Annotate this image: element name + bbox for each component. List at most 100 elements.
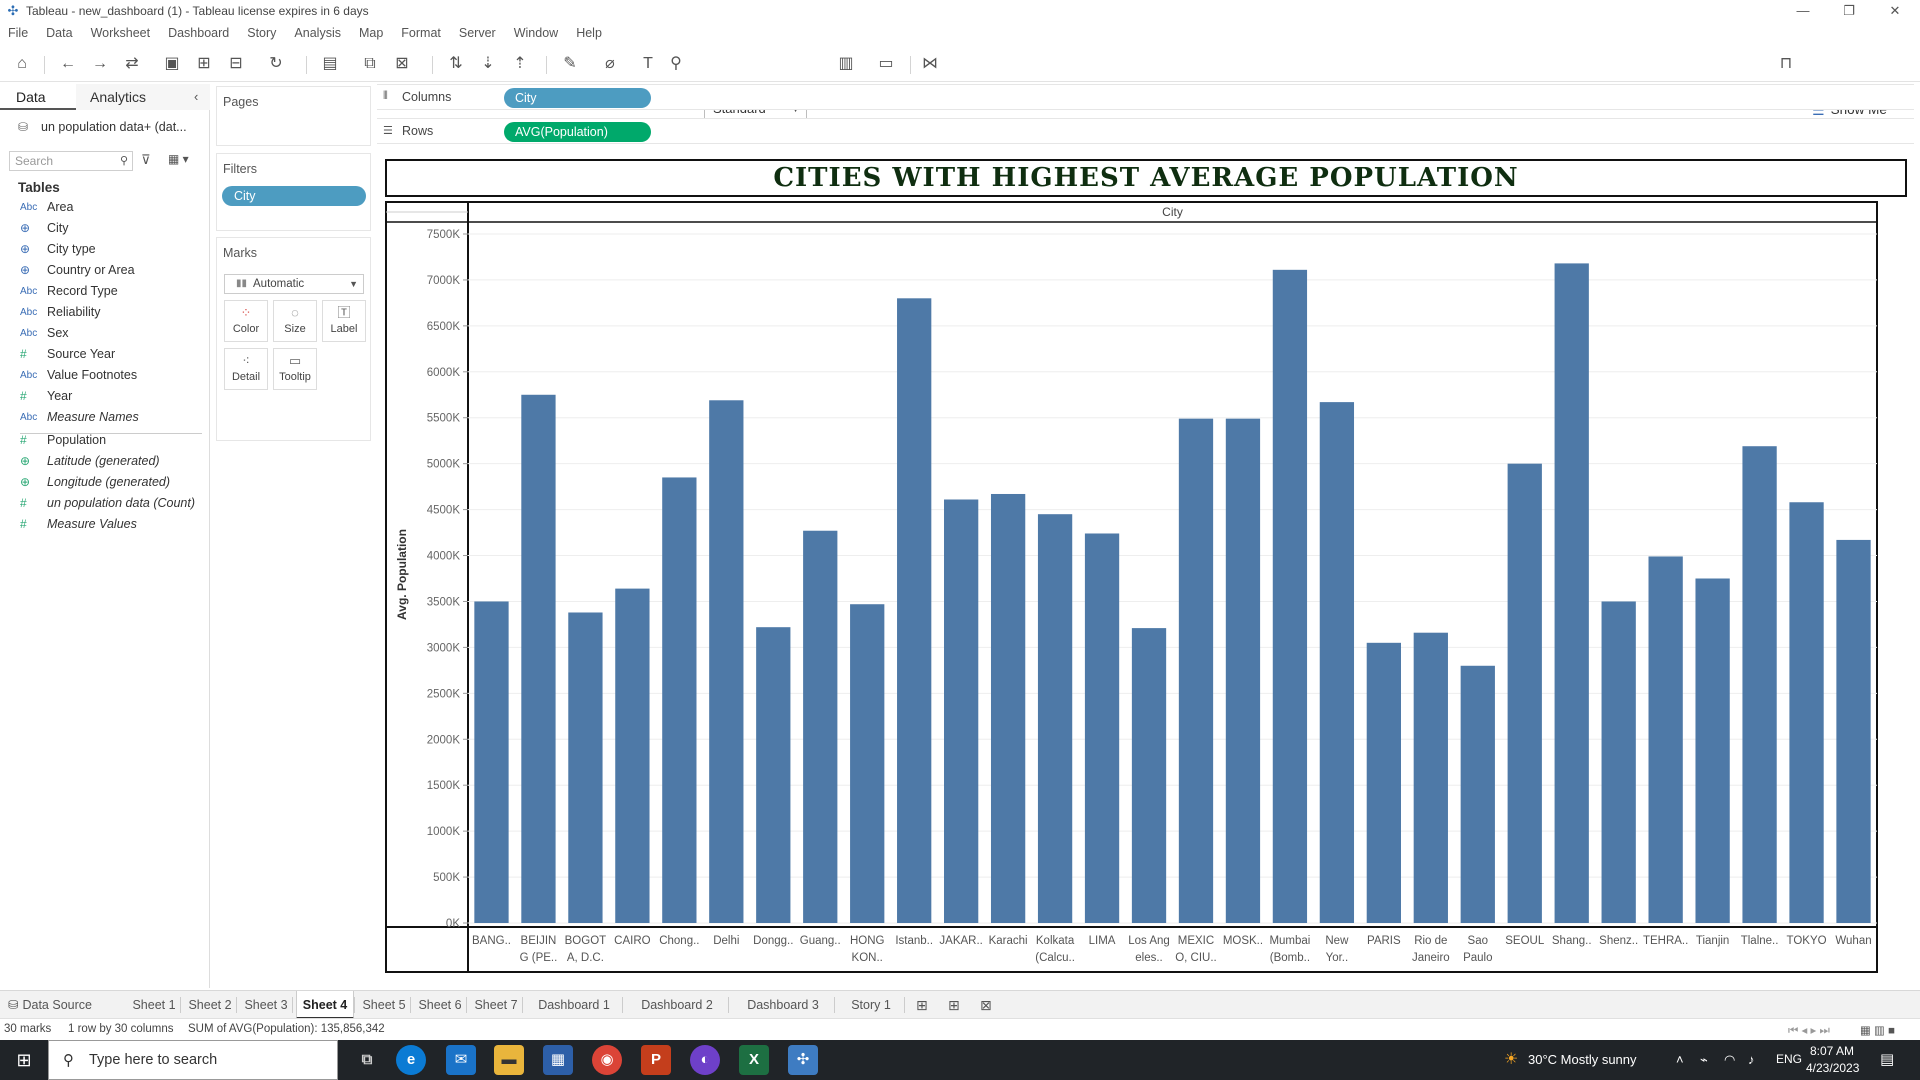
tab-sheet-2[interactable]: Sheet 2 [184,991,236,1019]
mail-icon[interactable]: ✉ [446,1045,476,1075]
field-record-type[interactable]: Abc Record Type [0,281,205,302]
tab-data-source[interactable]: ⛁ Data Source [8,991,92,1019]
tab-dashboard-3[interactable]: Dashboard 3 [732,991,834,1019]
github-icon[interactable]: ◐ [690,1045,720,1075]
view-options-icon[interactable]: ▦ ▾ [168,152,189,166]
bar-28[interactable] [1789,502,1824,923]
tab-dashboard-1[interactable]: Dashboard 1 [526,991,622,1019]
share-icon[interactable]: ⋈ [918,52,942,76]
network-icon[interactable]: ⌁ [1700,1052,1708,1068]
bar-22[interactable] [1507,463,1542,923]
redo-icon[interactable]: → [88,52,112,76]
labels-icon[interactable]: T [636,52,660,76]
fix-axes-icon[interactable]: ⚲ [664,52,688,76]
field-city-type[interactable]: ⊕ City type [0,239,205,260]
tab-sheet-3[interactable]: Sheet 3 [240,991,292,1019]
field-measure-names[interactable]: Abc Measure Names [0,407,205,428]
bar-19[interactable] [1366,642,1401,923]
field-longitude-generated-[interactable]: ⊕ Longitude (generated) [0,472,205,493]
bar-21[interactable] [1460,665,1495,923]
highlight-icon[interactable]: ✎ [558,52,582,76]
field-country-or-area[interactable]: ⊕ Country or Area [0,260,205,281]
field-un-population-data-count-[interactable]: # un population data (Count) [0,493,205,514]
bar-7[interactable] [803,530,838,923]
menu-worksheet[interactable]: Worksheet [91,26,151,40]
datasource-item[interactable]: ⛁ un population data+ (dat... [0,114,210,140]
bar-20[interactable] [1413,632,1448,923]
tableau-icon[interactable]: ✣ [788,1045,818,1075]
close-icon[interactable]: ✕ [1872,0,1918,22]
tab-data[interactable]: Data [0,84,76,110]
bar-13[interactable] [1084,533,1120,923]
bar-10[interactable] [944,499,979,923]
bar-12[interactable] [1037,514,1073,923]
wifi-icon[interactable]: ◠ [1724,1052,1735,1068]
minimize-icon[interactable]: — [1780,0,1826,22]
tray-chevron-icon[interactable]: ˄ [1676,1052,1684,1067]
bar-18[interactable] [1319,402,1355,924]
menu-format[interactable]: Format [401,26,441,40]
new-worksheet-icon[interactable]: ▤ [318,52,342,76]
new-datasource-icon[interactable]: ⊞ [192,52,216,76]
menu-help[interactable]: Help [576,26,602,40]
bar-27[interactable] [1742,446,1777,923]
format-painter-icon[interactable]: ⊓ [1774,52,1798,76]
bar-11[interactable] [990,493,1026,923]
bar-24[interactable] [1601,601,1636,923]
new-story-icon[interactable]: ⊠ [980,991,992,1019]
menu-data[interactable]: Data [46,26,72,40]
bar-3[interactable] [615,588,650,923]
task-view-icon[interactable]: ⧉ [352,1045,382,1075]
bar-17[interactable] [1272,269,1308,923]
pages-card[interactable]: Pages [216,86,371,146]
new-worksheet-icon[interactable]: ⊞ [916,991,928,1019]
tab-analytics[interactable]: Analytics [76,84,210,110]
undo-icon[interactable]: ← [56,52,80,76]
bar-2[interactable] [568,612,603,923]
home-icon[interactable]: ⌂ [10,52,34,76]
store-icon[interactable]: ▦ [543,1045,573,1075]
tab-sheet-6[interactable]: Sheet 6 [414,991,466,1019]
duplicate-icon[interactable]: ⧉ [358,52,382,76]
menu-map[interactable]: Map [359,26,383,40]
bar-8[interactable] [850,604,885,923]
search-input[interactable]: Search ⚲ [9,151,133,171]
sort-descending-icon[interactable]: ⇡ [508,52,532,76]
excel-icon[interactable]: X [739,1045,769,1075]
field-measure-values[interactable]: # Measure Values [0,514,205,535]
collapse-icon[interactable]: ‹ [194,89,198,104]
menu-story[interactable]: Story [247,26,276,40]
show-cards-icon[interactable]: ▥ [834,52,858,76]
menu-analysis[interactable]: Analysis [294,26,341,40]
chrome-icon[interactable]: ◉ [592,1045,622,1075]
bar-1[interactable] [521,394,556,923]
rows-shelf[interactable]: ☰ Rows AVG(Population) [377,118,1914,144]
restore-icon[interactable]: ❐ [1826,0,1872,22]
bar-29[interactable] [1836,539,1871,923]
bar-6[interactable] [756,627,791,923]
bar-0[interactable] [474,601,509,923]
weather-text[interactable]: 30°C Mostly sunny [1528,1052,1637,1067]
save-icon[interactable]: ▣ [160,52,184,76]
field-source-year[interactable]: # Source Year [0,344,205,365]
field-year[interactable]: # Year [0,386,205,407]
language-indicator[interactable]: ENG [1776,1052,1802,1066]
bar-9[interactable] [897,298,932,924]
label-button[interactable]: 🅃 Label [322,300,366,342]
tab-sheet-7[interactable]: Sheet 7 [470,991,522,1019]
field-area[interactable]: Abc Area [0,197,205,218]
bar-25[interactable] [1648,556,1683,923]
sort-ascending-icon[interactable]: ⇣ [476,52,500,76]
notifications-icon[interactable]: ▤ [1880,1050,1894,1068]
page-nav-icon[interactable]: ⏮ ◂ ▸ ⏭ [1788,1023,1830,1038]
size-button[interactable]: ◌ Size [273,300,317,342]
clear-sheet-icon[interactable]: ⊠ [390,52,414,76]
bar-16[interactable] [1225,418,1261,923]
group-icon[interactable]: ⌀ [598,52,622,76]
taskbar-search-input[interactable]: ⚲ Type here to search [48,1040,338,1080]
replay-icon[interactable]: ⇄ [120,52,144,76]
field-city[interactable]: ⊕ City [0,218,205,239]
menu-window[interactable]: Window [514,26,558,40]
bar-15[interactable] [1178,418,1214,923]
presentation-mode-icon[interactable]: ▭ [874,52,898,76]
